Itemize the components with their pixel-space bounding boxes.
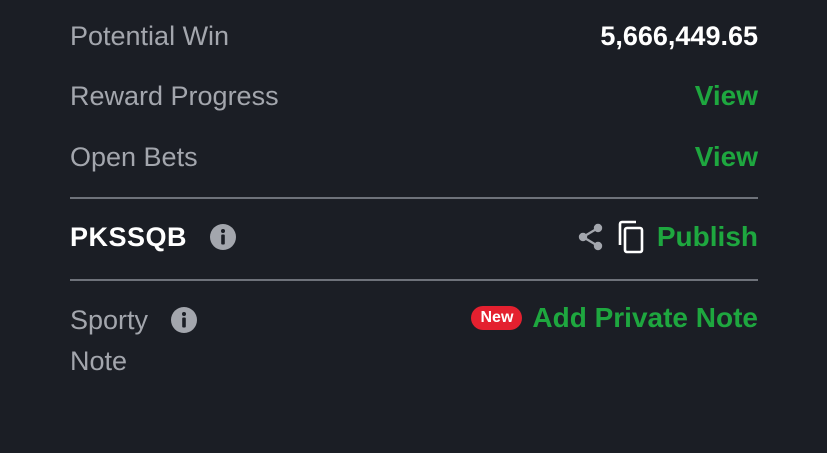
copy-icon[interactable]	[615, 220, 647, 254]
potential-win-label: Potential Win	[70, 21, 230, 51]
sporty-note-label-group: Sporty Note	[70, 300, 198, 382]
open-bets-label: Open Bets	[70, 142, 198, 172]
potential-win-value: 5,666,449.65	[600, 20, 758, 51]
divider	[70, 279, 758, 281]
add-note-group: New Add Private Note	[471, 302, 758, 334]
booking-code-row: PKSSQB Publish	[70, 220, 758, 254]
booking-code: PKSSQB	[70, 221, 188, 252]
reward-progress-label: Reward Progress	[70, 81, 279, 111]
sporty-note-row: Sporty Note New Add Private Note	[70, 300, 758, 382]
publish-button[interactable]: Publish	[657, 221, 758, 253]
open-bets-row: Open Bets View	[70, 141, 758, 173]
new-badge: New	[471, 306, 523, 330]
booking-code-group: PKSSQB	[70, 222, 237, 253]
share-icon[interactable]	[575, 220, 607, 254]
sporty-note-label-line1: Sporty	[70, 305, 149, 335]
add-private-note-link[interactable]: Add Private Note	[532, 302, 758, 334]
sporty-note-label: Sporty Note	[70, 300, 160, 382]
booking-actions: Publish	[575, 220, 758, 254]
reward-progress-row: Reward Progress View	[70, 80, 758, 112]
info-icon[interactable]	[170, 306, 198, 334]
divider	[70, 197, 758, 199]
reward-progress-view-link[interactable]: View	[695, 80, 758, 112]
bet-summary-panel: Potential Win 5,666,449.65 Reward Progre…	[0, 0, 827, 453]
potential-win-row: Potential Win 5,666,449.65	[70, 20, 758, 52]
info-icon[interactable]	[209, 223, 237, 251]
open-bets-view-link[interactable]: View	[695, 141, 758, 173]
sporty-note-label-line2: Note	[70, 346, 128, 376]
